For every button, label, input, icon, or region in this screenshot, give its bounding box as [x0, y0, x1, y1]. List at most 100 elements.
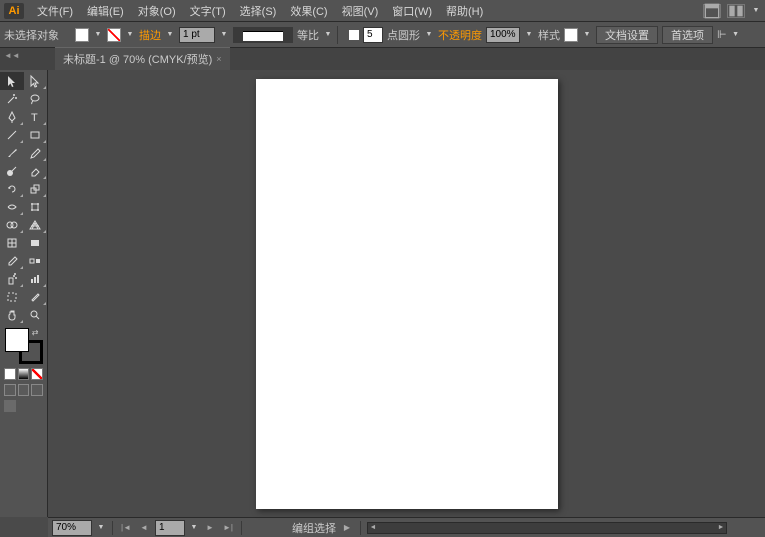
- lasso-tool[interactable]: [24, 90, 48, 108]
- control-bar: 未选择对象 ▼ ▼ 描边 ▼ 1 pt ▼ 等比 ▼ 5 点圆形 ▼ 不透明度 …: [0, 22, 765, 48]
- blend-tool[interactable]: [24, 252, 48, 270]
- collapse-arrow-icon[interactable]: ◄◄: [4, 51, 20, 60]
- magic-wand-tool[interactable]: [0, 90, 24, 108]
- star-points-input[interactable]: 5: [363, 27, 383, 43]
- profile-dropdown-icon[interactable]: ▼: [323, 28, 333, 42]
- color-mode-button[interactable]: [4, 368, 16, 380]
- menu-window[interactable]: 窗口(W): [385, 1, 439, 21]
- stroke-profile[interactable]: [233, 27, 293, 43]
- gradient-mode-button[interactable]: [18, 368, 30, 380]
- toolbox: T: [0, 70, 48, 517]
- stroke-swatch[interactable]: [107, 28, 121, 42]
- hand-tool[interactable]: [0, 306, 24, 324]
- first-artboard-button[interactable]: |◄: [119, 521, 133, 535]
- eyedropper-tool[interactable]: [0, 252, 24, 270]
- draw-behind-button[interactable]: [18, 384, 30, 396]
- style-label: 样式: [538, 27, 560, 43]
- tab-bar: ◄◄ 未标题-1 @ 70% (CMYK/预览) ×: [0, 48, 765, 70]
- shape-builder-tool[interactable]: [0, 216, 24, 234]
- none-mode-button[interactable]: [31, 368, 43, 380]
- layout-icon[interactable]: [727, 4, 745, 18]
- align-icon[interactable]: ⊩: [717, 28, 727, 41]
- star-icon: [349, 30, 359, 40]
- menu-edit[interactable]: 编辑(E): [80, 1, 131, 21]
- width-tool[interactable]: [0, 198, 24, 216]
- zoom-input[interactable]: 70%: [52, 520, 92, 536]
- screen-mode-button[interactable]: [4, 400, 16, 412]
- status-menu-icon[interactable]: ▶: [340, 521, 354, 535]
- last-artboard-button[interactable]: ►|: [221, 521, 235, 535]
- menu-file[interactable]: 文件(F): [30, 1, 80, 21]
- stroke-weight-input[interactable]: 1 pt: [179, 27, 215, 43]
- workspace-icon[interactable]: [703, 4, 721, 18]
- tab-close-icon[interactable]: ×: [216, 54, 221, 64]
- blob-brush-tool[interactable]: [0, 162, 24, 180]
- opacity-label[interactable]: 不透明度: [438, 27, 482, 43]
- menu-view[interactable]: 视图(V): [335, 1, 386, 21]
- rotate-tool[interactable]: [0, 180, 24, 198]
- opacity-input[interactable]: 100%: [486, 27, 520, 43]
- fill-swatch[interactable]: [75, 28, 89, 42]
- column-graph-tool[interactable]: [24, 270, 48, 288]
- symbol-sprayer-tool[interactable]: [0, 270, 24, 288]
- mesh-tool[interactable]: [0, 234, 24, 252]
- perspective-grid-tool[interactable]: [24, 216, 48, 234]
- stroke-menu-icon[interactable]: ▼: [165, 28, 175, 42]
- artboard-dropdown-icon[interactable]: ▼: [189, 521, 199, 535]
- paintbrush-tool[interactable]: [0, 144, 24, 162]
- next-artboard-button[interactable]: ►: [203, 521, 217, 535]
- zoom-dropdown-icon[interactable]: ▼: [96, 521, 106, 535]
- tab-title: 未标题-1 @ 70% (CMYK/预览): [63, 51, 212, 67]
- layout-dropdown-icon[interactable]: ▼: [751, 4, 761, 18]
- fill-stroke-indicator[interactable]: ⇄: [5, 328, 43, 364]
- style-dropdown-icon[interactable]: ▼: [582, 28, 592, 42]
- fill-box[interactable]: [5, 328, 29, 352]
- line-tool[interactable]: [0, 126, 24, 144]
- status-bar: 70% ▼ |◄ ◄ 1 ▼ ► ►| 编组选择 ▶ ◄ ►: [48, 517, 765, 537]
- type-tool[interactable]: T: [24, 108, 48, 126]
- direct-selection-tool[interactable]: [24, 72, 48, 90]
- prev-artboard-button[interactable]: ◄: [137, 521, 151, 535]
- stroke-dropdown-icon[interactable]: ▼: [125, 28, 135, 42]
- rectangle-tool[interactable]: [24, 126, 48, 144]
- shape-dropdown-icon[interactable]: ▼: [424, 28, 434, 42]
- status-mode: 编组选择: [292, 520, 336, 536]
- slice-tool[interactable]: [24, 288, 48, 306]
- horizontal-scrollbar[interactable]: ◄ ►: [367, 522, 727, 534]
- uniform-label: 等比: [297, 27, 319, 43]
- selection-status: 未选择对象: [4, 27, 59, 43]
- free-transform-tool[interactable]: [24, 198, 48, 216]
- scroll-left-icon[interactable]: ◄: [368, 523, 378, 533]
- style-swatch[interactable]: [564, 28, 578, 42]
- scroll-right-icon[interactable]: ►: [716, 523, 726, 533]
- zoom-tool[interactable]: [24, 306, 48, 324]
- pen-tool[interactable]: [0, 108, 24, 126]
- star-style-label: 点圆形: [387, 27, 420, 43]
- eraser-tool[interactable]: [24, 162, 48, 180]
- menu-help[interactable]: 帮助(H): [439, 1, 490, 21]
- menu-effect[interactable]: 效果(C): [283, 1, 334, 21]
- weight-dropdown-icon[interactable]: ▼: [219, 28, 229, 42]
- doc-setup-button[interactable]: 文档设置: [596, 26, 658, 44]
- gradient-tool[interactable]: [24, 234, 48, 252]
- canvas-area[interactable]: [48, 70, 765, 517]
- swap-fill-stroke-icon[interactable]: ⇄: [32, 328, 39, 337]
- pencil-tool[interactable]: [24, 144, 48, 162]
- document-tab[interactable]: 未标题-1 @ 70% (CMYK/预览) ×: [55, 47, 230, 70]
- stroke-label[interactable]: 描边: [139, 27, 161, 43]
- align-dropdown-icon[interactable]: ▼: [731, 28, 741, 42]
- opacity-dropdown-icon[interactable]: ▼: [524, 28, 534, 42]
- selection-tool[interactable]: [0, 72, 24, 90]
- fill-dropdown-icon[interactable]: ▼: [93, 28, 103, 42]
- scale-tool[interactable]: [24, 180, 48, 198]
- preferences-button[interactable]: 首选项: [662, 26, 713, 44]
- draw-normal-button[interactable]: [4, 384, 16, 396]
- artboard[interactable]: [256, 79, 558, 509]
- draw-inside-button[interactable]: [31, 384, 43, 396]
- menu-type[interactable]: 文字(T): [183, 1, 233, 21]
- artboard-number-input[interactable]: 1: [155, 520, 185, 536]
- menu-select[interactable]: 选择(S): [233, 1, 284, 21]
- menu-bar: Ai 文件(F) 编辑(E) 对象(O) 文字(T) 选择(S) 效果(C) 视…: [0, 0, 765, 22]
- menu-object[interactable]: 对象(O): [131, 1, 183, 21]
- artboard-tool[interactable]: [0, 288, 24, 306]
